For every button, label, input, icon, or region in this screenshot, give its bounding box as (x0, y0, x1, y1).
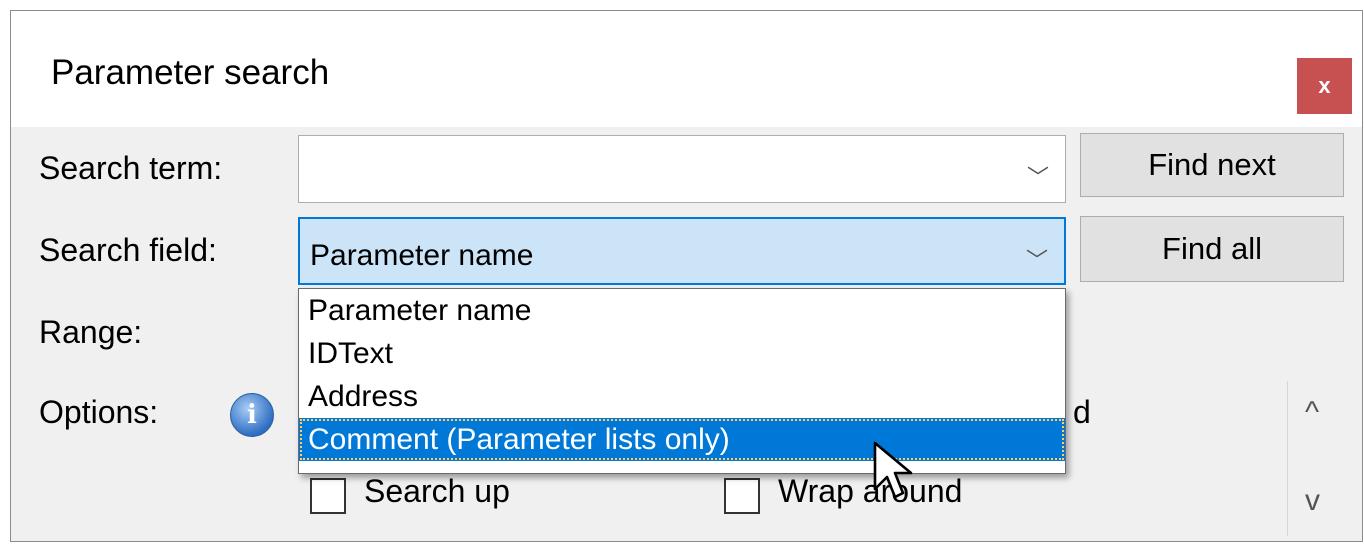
info-icon[interactable]: i (230, 393, 274, 437)
mouse-cursor-icon (873, 441, 913, 499)
dropdown-option-comment[interactable]: Comment (Parameter lists only) (299, 418, 1065, 461)
partially-hidden-option-text: d (1073, 394, 1091, 430)
search-up-checkbox[interactable] (310, 478, 346, 514)
find-next-button[interactable]: Find next (1080, 133, 1344, 197)
parameter-search-dialog: Parameter search x Search term: ﹀ Find n… (10, 10, 1363, 542)
dropdown-option-idtext[interactable]: IDText (299, 332, 1065, 375)
dropdown-option-parameter-name[interactable]: Parameter name (299, 289, 1065, 332)
search-field-label: Search field: (39, 232, 217, 268)
scroll-down-icon[interactable]: v (1305, 484, 1320, 518)
dropdown-option-address[interactable]: Address (299, 375, 1065, 418)
search-up-label[interactable]: Search up (364, 473, 510, 510)
title-bar: Parameter search x (11, 11, 1362, 127)
options-label: Options: (39, 394, 159, 430)
range-label: Range: (39, 314, 143, 350)
search-field-combobox[interactable]: Parameter name ﹀ (298, 217, 1066, 285)
wrap-around-label[interactable]: Wrap around (778, 473, 962, 510)
find-all-button[interactable]: Find all (1080, 216, 1344, 282)
search-field-value: Parameter name (310, 239, 534, 272)
search-term-combobox[interactable]: ﹀ (298, 135, 1066, 203)
dialog-title: Parameter search (51, 53, 330, 92)
chevron-down-icon[interactable]: ﹀ (1027, 160, 1049, 192)
scroll-divider (1287, 381, 1288, 536)
search-term-label: Search term: (39, 150, 223, 186)
chevron-down-icon[interactable]: ﹀ (1026, 243, 1048, 275)
search-field-dropdown-list: Parameter name IDText Address Comment (P… (298, 288, 1066, 474)
close-button[interactable]: x (1297, 58, 1352, 114)
scroll-up-icon[interactable]: ^ (1305, 396, 1319, 430)
wrap-around-checkbox[interactable] (724, 478, 760, 514)
